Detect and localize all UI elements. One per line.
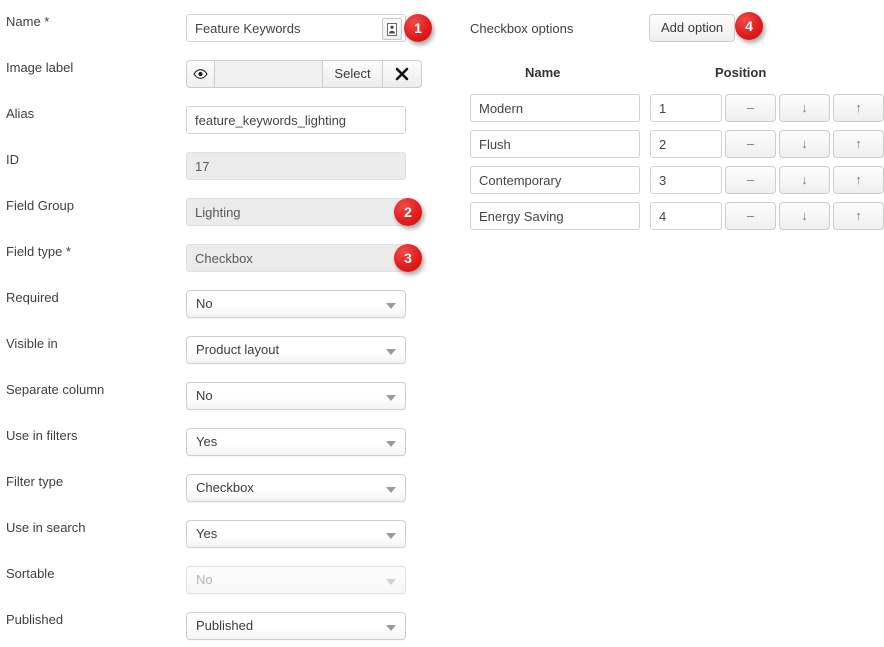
label-published: Published: [6, 612, 64, 627]
use-in-search-select-value: Yes: [196, 526, 218, 541]
form-row-id: ID: [0, 138, 450, 184]
add-option-button[interactable]: Add option: [649, 14, 736, 42]
field-settings-form: Name * 1 Image label Select: [0, 0, 450, 647]
use-in-filters-select-value: Yes: [196, 434, 218, 449]
table-row: – ↓ ↑: [470, 126, 884, 162]
close-icon[interactable]: [382, 60, 422, 88]
form-row-visible-in: Visible in Product layout: [0, 322, 450, 368]
contact-card-icon[interactable]: [382, 18, 402, 40]
eye-icon[interactable]: [186, 60, 214, 88]
option-name-input[interactable]: [470, 202, 640, 230]
form-row-use-in-filters: Use in filters Yes: [0, 414, 450, 460]
chevron-down-icon: [386, 487, 396, 493]
callout-badge-3: 3: [394, 244, 422, 272]
move-option-down-button[interactable]: ↓: [779, 202, 830, 230]
chevron-down-icon: [386, 349, 396, 355]
alias-input[interactable]: [186, 106, 406, 134]
label-name: Name *: [6, 14, 50, 29]
label-id: ID: [6, 152, 19, 167]
select-image-button[interactable]: Select: [322, 60, 382, 88]
option-name-input[interactable]: [470, 166, 640, 194]
label-field-group: Field Group: [6, 198, 74, 213]
image-label-picker: Select: [186, 60, 422, 88]
label-alias: Alias: [6, 106, 35, 121]
checkbox-options-title: Checkbox options: [470, 21, 574, 36]
move-option-up-button[interactable]: ↑: [833, 166, 884, 194]
filter-type-select[interactable]: Checkbox: [186, 474, 406, 502]
form-row-separate-column: Separate column No: [0, 368, 450, 414]
form-row-sortable: Sortable No: [0, 552, 450, 598]
label-use-in-filters: Use in filters: [6, 428, 78, 443]
form-row-published: Published Published: [0, 598, 450, 644]
chevron-down-icon: [386, 395, 396, 401]
chevron-down-icon: [386, 533, 396, 539]
label-required: Required: [6, 290, 59, 305]
move-option-up-button[interactable]: ↑: [833, 130, 884, 158]
option-position-input[interactable]: [650, 166, 722, 194]
chevron-down-icon: [386, 625, 396, 631]
move-option-up-button[interactable]: ↑: [833, 202, 884, 230]
form-row-field-type: Field type *: [0, 230, 450, 276]
required-select[interactable]: No: [186, 290, 406, 318]
form-row-use-in-search: Use in search Yes: [0, 506, 450, 552]
name-field-wrapper: [186, 14, 406, 42]
published-select-value: Published: [196, 618, 254, 633]
callout-badge-2: 2: [394, 198, 422, 226]
use-in-search-select[interactable]: Yes: [186, 520, 406, 548]
move-option-up-button[interactable]: ↑: [833, 94, 884, 122]
id-input: [186, 152, 406, 180]
checkbox-options-panel: Checkbox options Add option 4 Name Posit…: [450, 0, 884, 647]
label-image-label: Image label: [6, 60, 74, 75]
option-position-input[interactable]: [650, 94, 722, 122]
label-use-in-search: Use in search: [6, 520, 86, 535]
image-path-input[interactable]: [214, 60, 322, 88]
move-option-down-button[interactable]: ↓: [779, 166, 830, 194]
name-input[interactable]: [186, 14, 406, 42]
table-row: – ↓ ↑: [470, 162, 884, 198]
callout-badge-1: 1: [404, 14, 432, 42]
option-name-input[interactable]: [470, 94, 640, 122]
label-visible-in: Visible in: [6, 336, 58, 351]
sortable-select-value: No: [196, 572, 213, 587]
field-group-input: [186, 198, 406, 226]
remove-option-button[interactable]: –: [725, 130, 776, 158]
separate-column-select[interactable]: No: [186, 382, 406, 410]
visible-in-select[interactable]: Product layout: [186, 336, 406, 364]
sortable-select: No: [186, 566, 406, 594]
label-sortable: Sortable: [6, 566, 55, 581]
column-header-position: Position: [715, 65, 767, 80]
field-type-input: [186, 244, 406, 272]
filter-type-select-value: Checkbox: [196, 480, 254, 495]
published-select[interactable]: Published: [186, 612, 406, 640]
chevron-down-icon: [386, 579, 396, 585]
remove-option-button[interactable]: –: [725, 166, 776, 194]
form-row-alias: Alias: [0, 92, 450, 138]
label-filter-type: Filter type: [6, 474, 64, 489]
visible-in-select-value: Product layout: [196, 342, 280, 357]
table-row: – ↓ ↑: [470, 198, 884, 234]
label-field-type: Field type *: [6, 244, 72, 259]
option-name-input[interactable]: [470, 130, 640, 158]
chevron-down-icon: [386, 303, 396, 309]
callout-badge-4: 4: [735, 12, 763, 40]
form-row-filter-type: Filter type Checkbox: [0, 460, 450, 506]
move-option-down-button[interactable]: ↓: [779, 130, 830, 158]
form-row-image-label: Image label Select: [0, 46, 450, 92]
remove-option-button[interactable]: –: [725, 94, 776, 122]
required-select-value: No: [196, 296, 213, 311]
option-position-input[interactable]: [650, 130, 722, 158]
form-row-field-group: Field Group: [0, 184, 450, 230]
separate-column-select-value: No: [196, 388, 213, 403]
form-row-required: Required No: [0, 276, 450, 322]
use-in-filters-select[interactable]: Yes: [186, 428, 406, 456]
option-position-input[interactable]: [650, 202, 722, 230]
label-separate-column: Separate column: [6, 382, 105, 397]
move-option-down-button[interactable]: ↓: [779, 94, 830, 122]
options-table: – ↓ ↑ – ↓ ↑ – ↓ ↑ – ↓ ↑: [470, 90, 884, 234]
column-header-name: Name: [525, 65, 561, 80]
form-row-name: Name *: [0, 0, 450, 46]
remove-option-button[interactable]: –: [725, 202, 776, 230]
table-row: – ↓ ↑: [470, 90, 884, 126]
chevron-down-icon: [386, 441, 396, 447]
